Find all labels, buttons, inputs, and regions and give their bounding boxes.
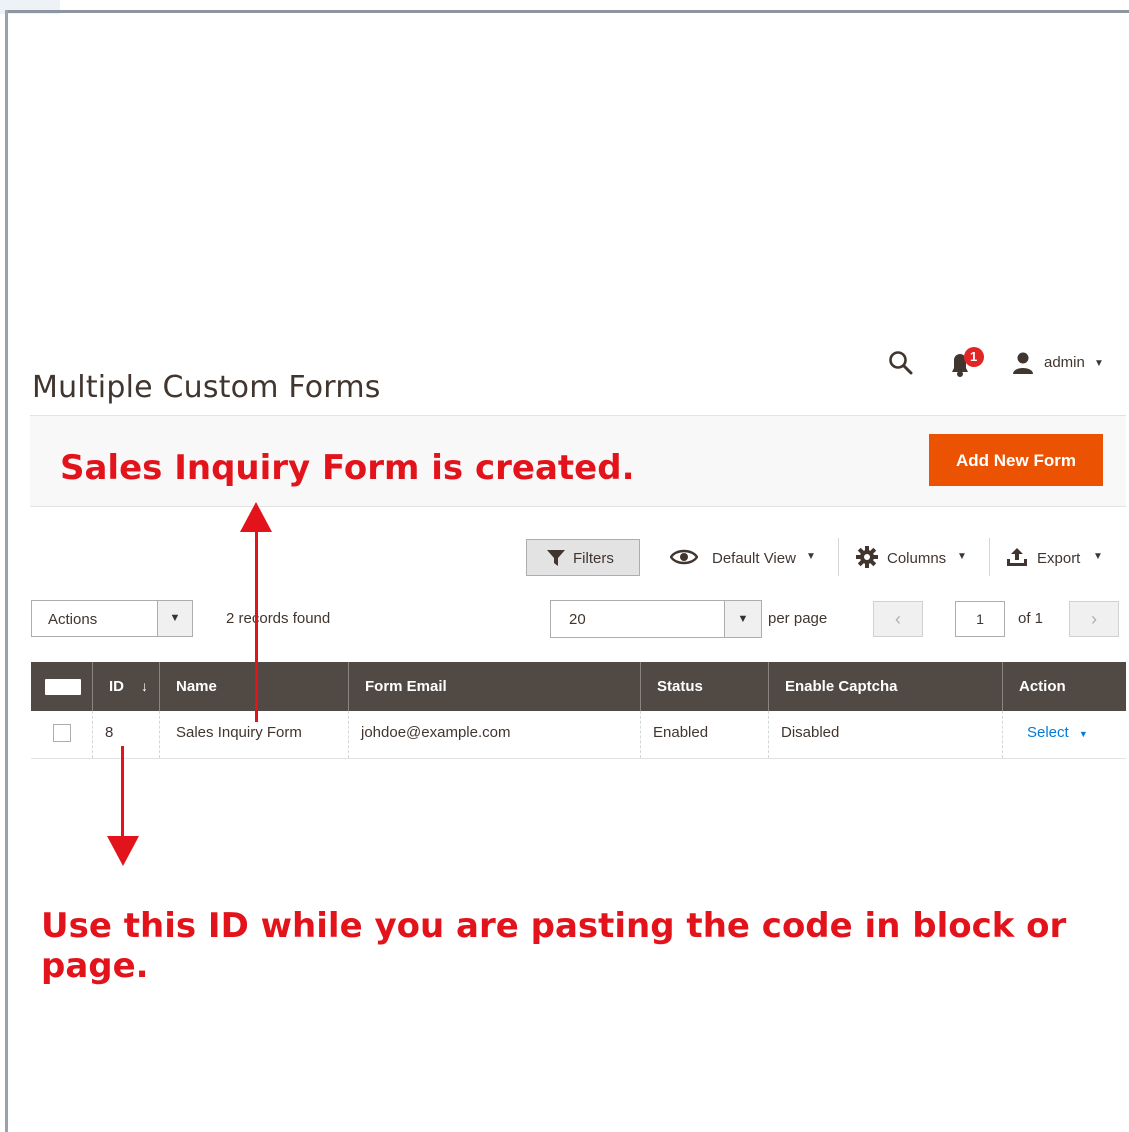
arrow-up-line (255, 530, 258, 722)
row-email: johdoe@example.com (349, 711, 641, 758)
chevron-down-icon[interactable]: ▼ (1079, 729, 1088, 739)
current-page-input[interactable]: 1 (955, 601, 1005, 637)
row-id: 8 (93, 711, 160, 758)
row-captcha: Disabled (769, 711, 1003, 758)
bell-icon (952, 347, 984, 377)
admin-menu-label[interactable]: admin (1044, 354, 1085, 371)
row-select-cell (31, 711, 93, 758)
export-dropdown[interactable]: Export (1037, 550, 1080, 567)
mass-select-checkbox[interactable]: ▼ (45, 679, 81, 710)
page-title: Multiple Custom Forms (32, 370, 381, 406)
toolbar-divider (989, 538, 990, 576)
annotation-id-note: Use this ID while you are pasting the co… (41, 906, 1067, 986)
records-found: 2 records found (226, 610, 331, 627)
column-header-captcha[interactable]: Enable Captcha (769, 662, 1003, 711)
prev-page-button[interactable]: ‹ (873, 601, 923, 637)
chevron-down-icon[interactable]: ▼ (806, 551, 816, 562)
notifications-button[interactable]: 1 (948, 346, 988, 378)
chevron-down-icon[interactable]: ▼ (957, 551, 967, 562)
per-page-value: 20 (569, 611, 586, 628)
frame-top-border (5, 10, 1129, 13)
gear-icon (856, 546, 878, 568)
column-header-action: Action (1019, 678, 1066, 695)
table-row: 8 Sales Inquiry Form johdoe@example.com … (31, 711, 1126, 759)
mass-select-header[interactable]: ▼ (31, 662, 93, 711)
chevron-down-icon[interactable]: ▼ (1094, 358, 1104, 369)
table-header: ▼ ID ↓ Name Form Email Status Enable Cap… (31, 662, 1126, 711)
arrow-up-head (240, 502, 272, 532)
per-page-select[interactable]: 20 ▼ (550, 600, 762, 638)
column-header-id[interactable]: ID ↓ (93, 662, 160, 711)
row-select-action[interactable]: Select (1027, 724, 1069, 741)
chevron-down-icon[interactable]: ▼ (157, 601, 192, 636)
column-header-status[interactable]: Status (641, 662, 769, 711)
row-status: Enabled (641, 711, 769, 758)
eye-icon (670, 549, 698, 565)
total-pages-label: of 1 (1018, 610, 1044, 627)
add-new-form-button[interactable]: Add New Form (929, 434, 1103, 486)
row-checkbox[interactable] (53, 724, 71, 742)
user-icon[interactable] (1012, 351, 1034, 375)
filter-icon (547, 550, 565, 566)
notification-count: 1 (970, 349, 978, 364)
default-view-dropdown[interactable]: Default View (712, 550, 796, 567)
export-icon (1007, 548, 1027, 566)
filters-button[interactable]: Filters (526, 539, 640, 576)
arrow-down-head (107, 836, 139, 866)
row-action-cell: Select ▼ (1003, 711, 1126, 758)
per-page-label: per page (768, 610, 828, 627)
chevron-down-icon[interactable]: ▼ (724, 601, 761, 637)
toolbar-divider (838, 538, 839, 576)
frame-left-border (5, 10, 8, 1132)
filters-label: Filters (573, 550, 614, 567)
chevron-down-icon[interactable]: ▼ (1093, 551, 1103, 562)
column-id-label: ID (109, 678, 124, 695)
sort-arrow-icon: ↓ (141, 678, 148, 694)
columns-dropdown[interactable]: Columns (887, 550, 946, 567)
search-icon[interactable] (888, 350, 914, 376)
mass-actions-select[interactable]: Actions ▼ (31, 600, 193, 637)
arrow-down-line (121, 746, 124, 840)
annotation-created-note: Sales Inquiry Form is created. (60, 448, 635, 488)
next-page-button[interactable]: › (1069, 601, 1119, 637)
mass-actions-label: Actions (48, 611, 98, 628)
column-header-email[interactable]: Form Email (349, 662, 641, 711)
